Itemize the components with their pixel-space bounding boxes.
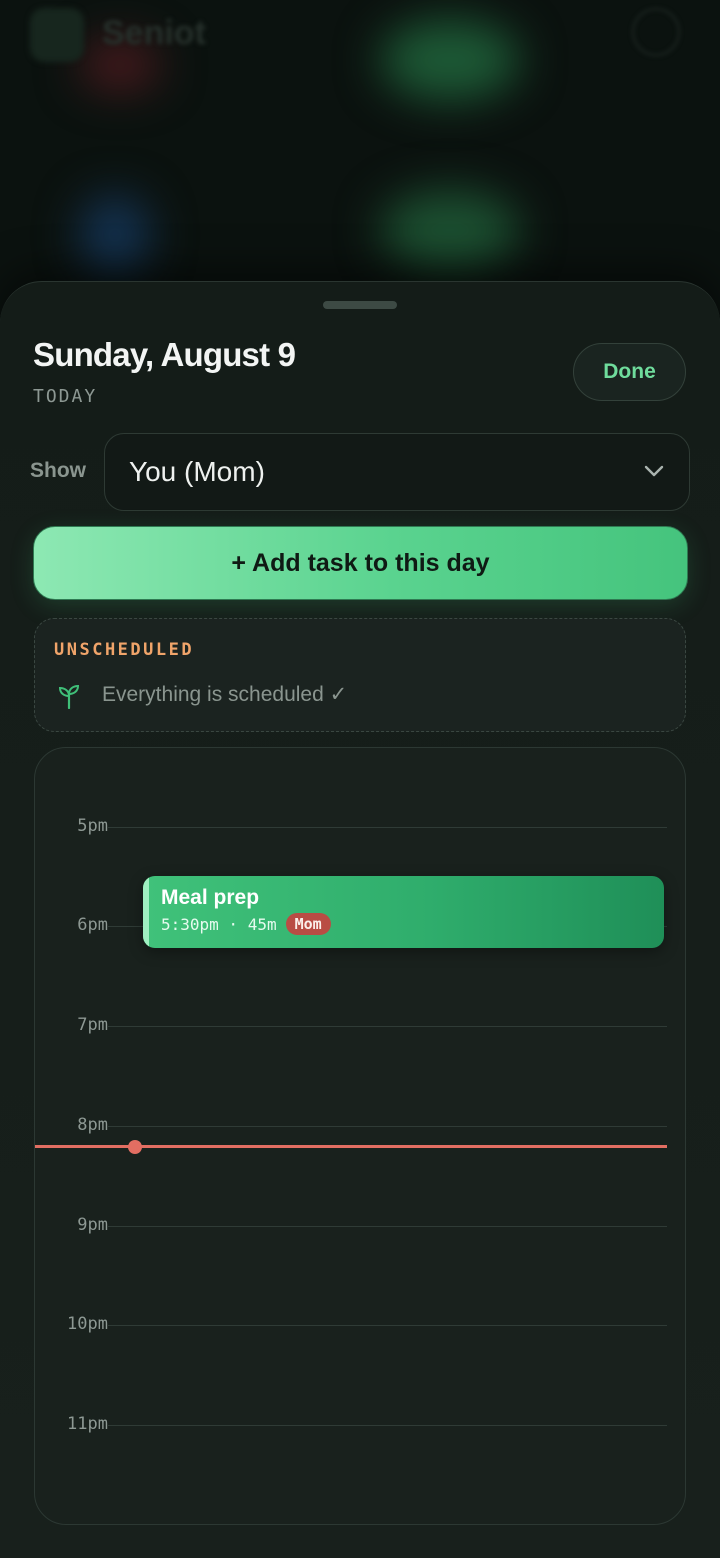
hour-label: 5pm [35,816,108,836]
hour-label: 6pm [35,915,108,935]
hour-line [35,1226,667,1227]
date-title: Sunday, August 9 [33,336,296,373]
bg-blur-blue [80,195,150,275]
hour-line [35,1026,667,1027]
bg-app-logo [30,8,84,62]
unscheduled-panel: UNSCHEDULED Everything is scheduled ✓ [34,618,686,732]
sheet-grabber[interactable] [323,301,397,309]
unscheduled-title: UNSCHEDULED [54,640,195,660]
hour-label: 7pm [35,1015,108,1035]
event-meta: 5:30pm · 45m Mom [161,913,331,935]
background-app: Seniot [0,0,720,320]
bg-app-title: Seniot [102,14,206,52]
hour-line [35,1425,667,1426]
add-task-button[interactable]: + Add task to this day [33,526,688,600]
hour-label: 11pm [35,1414,108,1434]
person-select[interactable]: You (Mom) [104,433,690,511]
person-select-value: You (Mom) [129,456,265,487]
sprout-icon [58,684,80,709]
event-time: 5:30pm · 45m [161,914,277,934]
show-label: Show [30,459,86,482]
day-sheet: Sunday, August 9 TODAY Done Show You (Mo… [0,281,720,1558]
done-button[interactable]: Done [573,343,686,401]
event-assignee-badge: Mom [285,913,331,935]
event-title: Meal prep [161,886,260,909]
bg-blur-green-2 [380,190,520,270]
unscheduled-empty-text: Everything is scheduled ✓ [102,683,348,706]
hour-label: 10pm [35,1314,108,1334]
hour-line [35,1126,667,1127]
bg-blur-green-1 [380,20,520,100]
hour-label: 8pm [35,1115,108,1135]
hour-label: 9pm [35,1215,108,1235]
day-timeline[interactable]: 5pm 6pm 7pm 8pm 9pm 10pm 11pm Meal prep … [34,747,686,1525]
bg-app-button [632,8,680,56]
current-time-dot [128,1140,142,1154]
event-meal-prep[interactable]: Meal prep 5:30pm · 45m Mom [143,876,664,948]
hour-line [35,1325,667,1326]
date-subtitle: TODAY [33,386,98,407]
event-accent-bar [143,876,149,948]
hour-line [35,827,667,828]
chevron-down-icon [644,465,664,477]
